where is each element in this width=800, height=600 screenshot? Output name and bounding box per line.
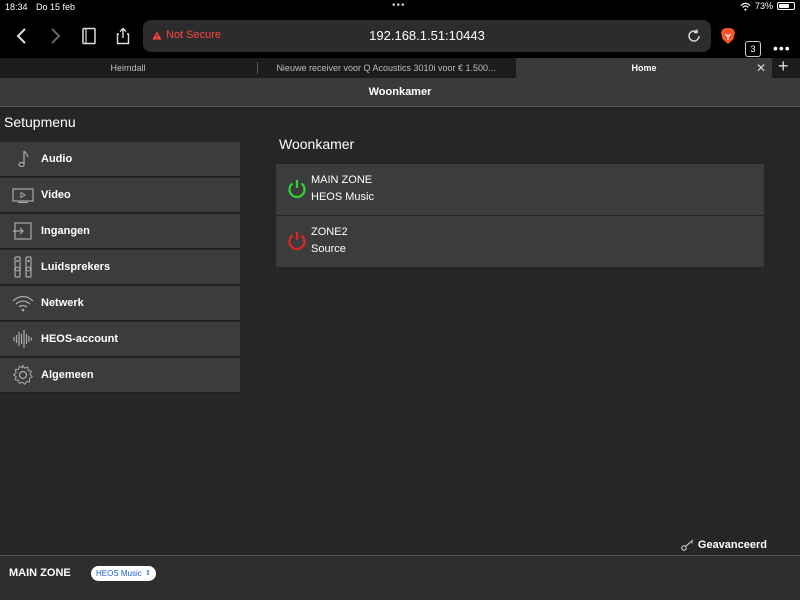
power-on-icon[interactable] xyxy=(286,178,308,200)
url-text[interactable]: 192.168.1.51:10443 xyxy=(143,28,711,43)
music-note-icon xyxy=(18,150,29,168)
brave-shields-button[interactable] xyxy=(716,24,740,48)
reload-icon[interactable] xyxy=(686,28,702,44)
video-icon xyxy=(12,188,34,203)
zone-name: ZONE2 xyxy=(311,226,348,238)
brave-lion-icon xyxy=(721,28,735,44)
battery-icon xyxy=(777,2,795,10)
zone-list: MAIN ZONE HEOS Music ZONE2 Source xyxy=(276,164,764,268)
menu-label-audio: Audio xyxy=(41,153,73,165)
chevron-updown-icon: ⇕ xyxy=(145,570,151,577)
share-icon xyxy=(116,27,130,45)
gear-icon xyxy=(12,364,33,386)
power-off-icon[interactable] xyxy=(286,230,308,252)
zone-source: Source xyxy=(311,243,346,255)
forward-button[interactable] xyxy=(43,24,67,48)
menu-label-algemeen: Algemeen xyxy=(41,369,94,381)
status-time: 18:34 xyxy=(5,2,28,12)
tab-home[interactable]: Home xyxy=(516,58,772,78)
menu-item-audio[interactable]: Audio xyxy=(0,142,240,177)
menu-item-netwerk[interactable]: Netwerk xyxy=(0,286,240,321)
menu-label-heos-account: HEOS-account xyxy=(41,333,119,345)
menu-label-netwerk: Netwerk xyxy=(41,297,84,309)
menu-item-video[interactable]: Video xyxy=(0,178,240,213)
menu-item-ingangen[interactable]: Ingangen xyxy=(0,214,240,249)
more-menu-icon[interactable]: ••• xyxy=(773,40,791,56)
status-right: 73% xyxy=(740,1,795,11)
status-date: Do 15 feb xyxy=(36,2,76,12)
setup-menu-title: Setupmenu xyxy=(4,114,76,130)
multitask-dots-icon[interactable]: ••• xyxy=(392,0,406,11)
menu-item-algemeen[interactable]: Algemeen xyxy=(0,358,240,393)
zone-2[interactable]: ZONE2 Source xyxy=(276,216,764,267)
footer-zone-label: MAIN ZONE xyxy=(9,567,71,579)
address-bar[interactable]: Not Secure 192.168.1.51:10443 xyxy=(143,20,711,52)
tab-strip: Heimdall Nieuwe receiver voor Q Acoustic… xyxy=(0,56,800,78)
battery-fill xyxy=(779,4,790,8)
tab-receiver[interactable]: Nieuwe receiver voor Q Acoustics 3010i v… xyxy=(258,58,514,78)
new-tab-plus-icon[interactable]: + xyxy=(778,56,789,77)
share-button[interactable] xyxy=(111,24,135,48)
chevron-right-icon xyxy=(51,28,61,44)
zone-main[interactable]: MAIN ZONE HEOS Music xyxy=(276,164,764,215)
back-button[interactable] xyxy=(10,24,34,48)
tab-heimdall[interactable]: Heimdall xyxy=(0,58,256,78)
page-title: Woonkamer xyxy=(0,78,800,107)
menu-label-luidsprekers: Luidsprekers xyxy=(41,261,111,273)
source-select-value: HEOS Music xyxy=(96,569,142,578)
menu-label-ingangen: Ingangen xyxy=(41,225,90,237)
zone-section-title: Woonkamer xyxy=(279,136,355,152)
speakers-icon xyxy=(14,256,32,278)
menu-item-heos-account[interactable]: HEOS-account xyxy=(0,322,240,357)
status-bar: 18:34 Do 15 feb ••• 73% xyxy=(0,0,800,14)
menu-label-video: Video xyxy=(41,189,71,201)
close-tab-icon[interactable]: ✕ xyxy=(754,58,768,78)
advanced-label: Geavanceerd xyxy=(697,539,767,551)
wifi-icon xyxy=(12,295,34,312)
advanced-link[interactable]: Geavanceerd xyxy=(681,539,767,551)
battery-percent: 73% xyxy=(754,1,773,11)
bookmarks-button[interactable] xyxy=(77,24,101,48)
input-icon xyxy=(13,222,32,240)
zone-source: HEOS Music xyxy=(311,191,374,203)
tab-count-button[interactable]: 3 xyxy=(745,41,761,57)
book-icon xyxy=(82,27,96,45)
setup-menu: Audio Video Ingangen Luidsprekers Netwer… xyxy=(0,142,240,394)
menu-item-luidsprekers[interactable]: Luidsprekers xyxy=(0,250,240,285)
key-icon xyxy=(681,539,694,551)
source-select[interactable]: HEOS Music ⇕ xyxy=(91,566,156,581)
wifi-status-icon xyxy=(740,2,751,11)
chevron-left-icon xyxy=(16,28,26,44)
footer-bar: MAIN ZONE HEOS Music ⇕ xyxy=(0,555,800,600)
heos-wave-icon xyxy=(13,330,33,348)
browser-toolbar: Not Secure 192.168.1.51:10443 3 ••• xyxy=(0,14,800,58)
zone-name: MAIN ZONE xyxy=(311,174,373,186)
page-content: Woonkamer Setupmenu Audio Video Ingangen… xyxy=(0,78,800,600)
